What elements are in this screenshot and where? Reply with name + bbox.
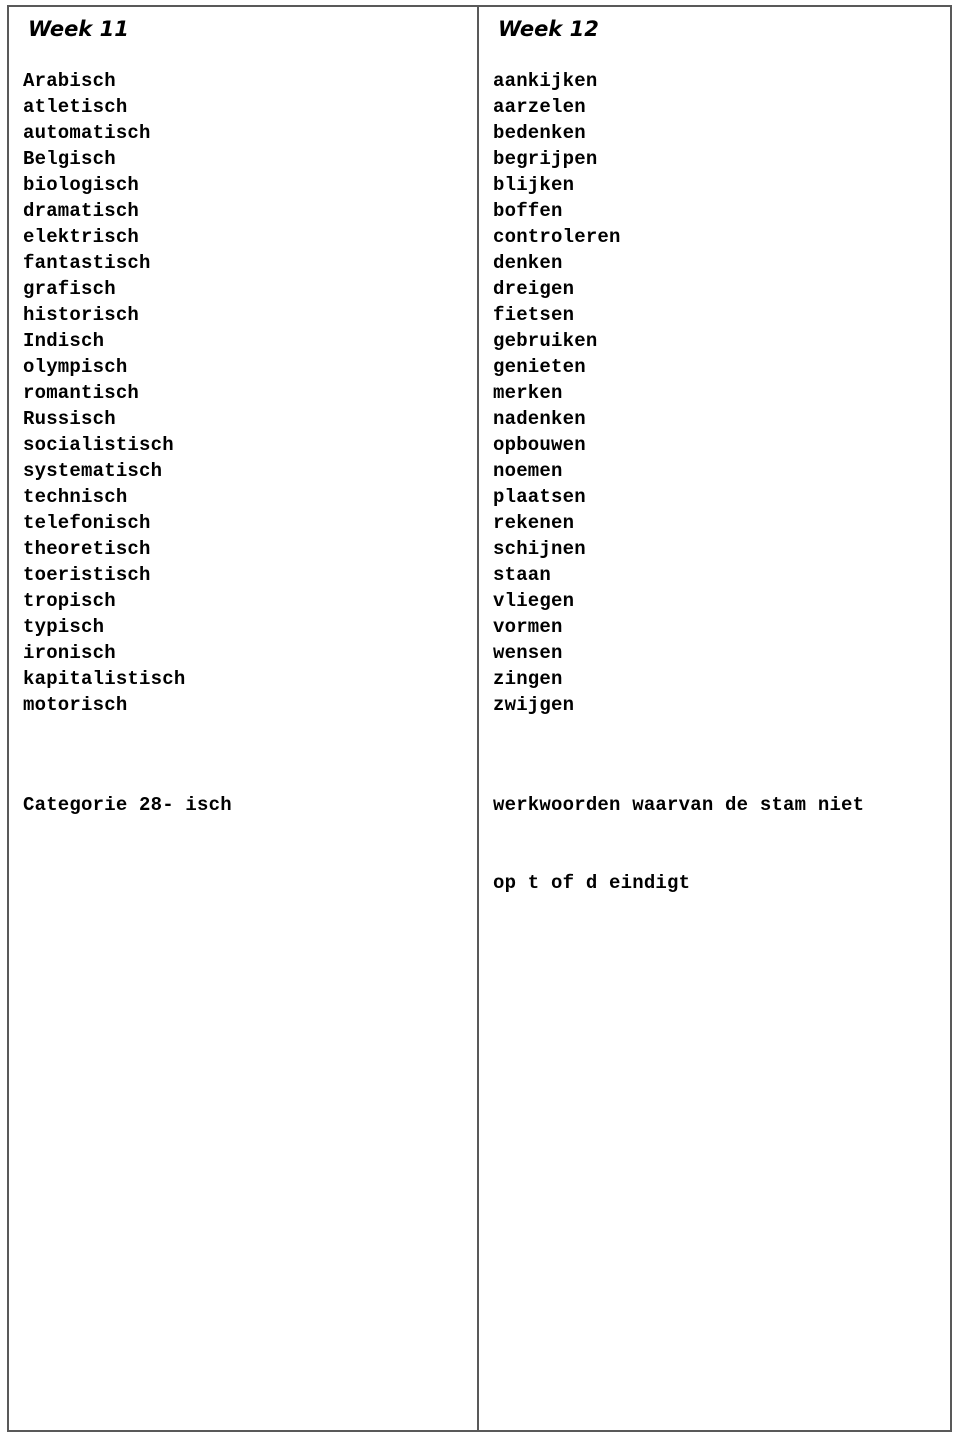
list-item: aankijken [493,70,598,92]
list-item: rekenen [493,512,575,534]
list-item: socialistisch [23,434,174,456]
list-item: ironisch [23,642,116,664]
note-spacer-right [493,718,950,740]
list-item: zingen [493,668,563,690]
list-item: technisch [23,486,128,508]
list-item: blijken [493,174,575,196]
note-spacer-left [23,718,477,740]
list-item: plaatsen [493,486,586,508]
list-item: grafisch [23,278,116,300]
list-item: boffen [493,200,563,222]
category-note-week-12: werkwoorden waarvan de stam niet op t of… [493,740,933,948]
list-item: dreigen [493,278,575,300]
list-item: Arabisch [23,70,116,92]
list-item: genieten [493,356,586,378]
list-item: opbouwen [493,434,586,456]
list-item: Belgisch [23,148,116,170]
list-item: wensen [493,642,563,664]
list-item: aarzelen [493,96,586,118]
list-item: vliegen [493,590,575,612]
category-note-week-11: Categorie 28- isch [23,740,463,870]
table-column-week-11: Week 11 Arabisch atletisch automatisch B… [9,7,479,1430]
vocabulary-table: Week 11 Arabisch atletisch automatisch B… [7,5,952,1432]
category-note-line: op t of d eindigt [493,872,691,894]
week-11-heading: Week 11 [28,17,129,41]
list-item: gebruiken [493,330,598,352]
list-item: tropisch [23,590,116,612]
list-item: merken [493,382,563,404]
table-column-week-12: Week 12 aankijken aarzelen bedenken begr… [479,7,950,1430]
list-item: theoretisch [23,538,151,560]
list-item: telefonisch [23,512,151,534]
list-item: atletisch [23,96,128,118]
list-item: elektrisch [23,226,140,248]
list-item: begrijpen [493,148,598,170]
list-item: noemen [493,460,563,482]
list-item: Indisch [23,330,105,352]
list-item: toeristisch [23,564,151,586]
category-note-line: werkwoorden waarvan de stam niet [493,794,865,816]
word-list-week-11: Arabisch atletisch automatisch Belgisch … [23,68,477,718]
list-item: olympisch [23,356,128,378]
list-item: historisch [23,304,140,326]
list-item: romantisch [23,382,140,404]
list-item: automatisch [23,122,151,144]
list-item: vormen [493,616,563,638]
document-page: Week 11 Arabisch atletisch automatisch B… [0,0,960,1436]
category-note-line: Categorie 28- isch [23,794,232,816]
list-item: nadenken [493,408,586,430]
list-item: zwijgen [493,694,575,716]
list-item: biologisch [23,174,140,196]
list-item: typisch [23,616,105,638]
list-item: staan [493,564,552,586]
list-item: schijnen [493,538,586,560]
list-item: Russisch [23,408,116,430]
list-item: kapitalistisch [23,668,186,690]
list-item: dramatisch [23,200,140,222]
list-item: controleren [493,226,621,248]
heading-spacer-left [23,42,477,68]
list-item: motorisch [23,694,128,716]
word-list-week-12: aankijken aarzelen bedenken begrijpen bl… [493,68,950,718]
list-item: denken [493,252,563,274]
list-item: fietsen [493,304,575,326]
heading-spacer-right [493,42,950,68]
list-item: bedenken [493,122,586,144]
list-item: systematisch [23,460,163,482]
list-item: fantastisch [23,252,151,274]
week-12-heading: Week 12 [498,17,599,41]
